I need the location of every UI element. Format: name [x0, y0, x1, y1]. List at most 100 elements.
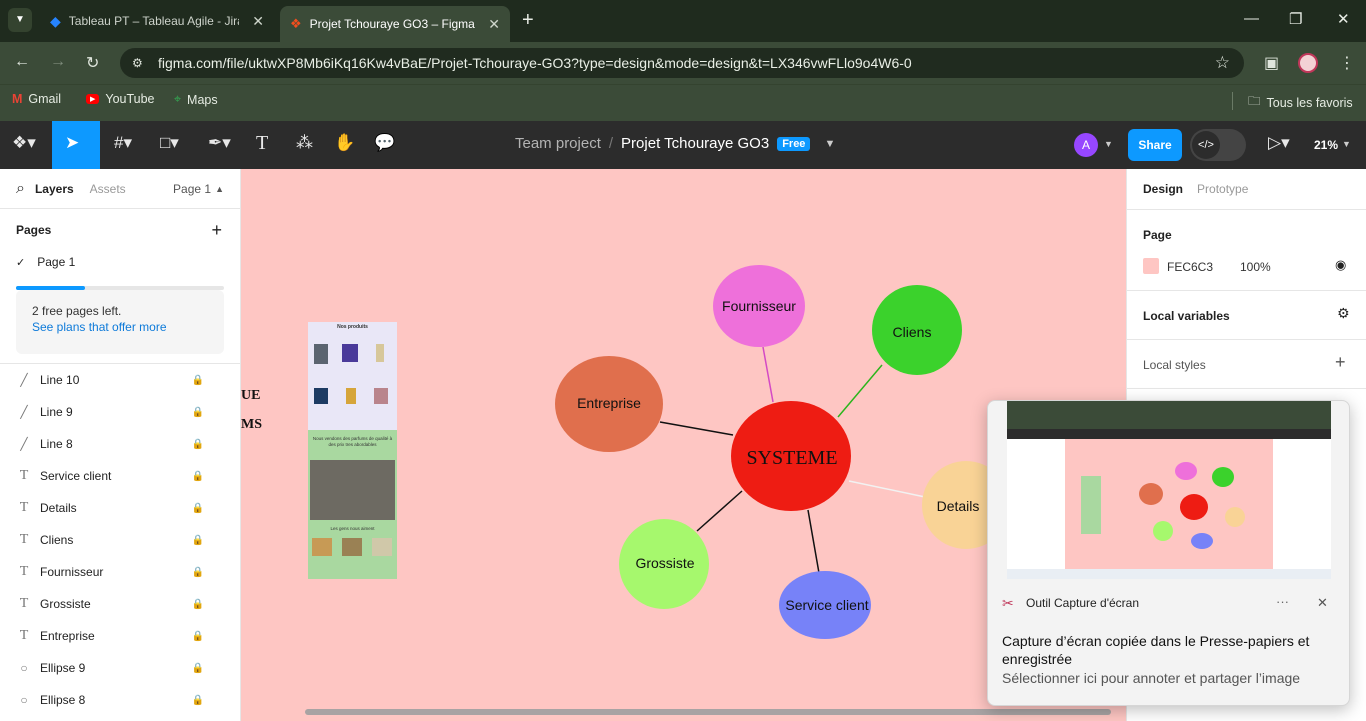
local-styles-section[interactable]: Local styles +	[1127, 340, 1366, 389]
close-icon[interactable]: ✕	[252, 13, 264, 30]
add-style-icon[interactable]: +	[1335, 352, 1346, 373]
bookmark-maps[interactable]: ⌖ Maps	[174, 92, 218, 107]
page-opacity-value[interactable]: 100%	[1240, 260, 1271, 274]
variables-icon[interactable]: ⚙	[1337, 305, 1350, 322]
lock-icon[interactable]: 🔒	[192, 439, 204, 450]
node-cliens-label: Cliens	[893, 324, 932, 340]
chevron-down-icon[interactable]: ▼	[1342, 139, 1351, 149]
page-item-page-1[interactable]: ✓ Page 1	[0, 246, 240, 278]
bookmark-label: YouTube	[105, 92, 155, 106]
menu-icon[interactable]: ⋮	[1339, 53, 1355, 73]
tab-layers[interactable]: Layers	[35, 182, 74, 196]
lock-icon[interactable]: 🔒	[192, 535, 204, 546]
sidebar-icon[interactable]: ▣	[1264, 53, 1279, 73]
profile-avatar[interactable]	[1298, 53, 1318, 73]
layer-item[interactable]: ╱ Line 9 🔒	[0, 396, 240, 428]
page-color-value[interactable]: FEC6C3	[1167, 260, 1213, 274]
browser-tab-bar: ▼ ◆ Tableau PT – Tableau Agile - Jira ✕ …	[0, 0, 1366, 42]
pen-tool-icon[interactable]: ✒▾	[208, 133, 231, 153]
layer-item[interactable]: T Entreprise 🔒	[0, 620, 240, 652]
layer-name: Grossiste	[40, 597, 91, 611]
layer-name: Service client	[40, 469, 112, 483]
avatar[interactable]: A	[1074, 133, 1098, 157]
layer-item[interactable]: T Cliens 🔒	[0, 524, 240, 556]
more-options-button[interactable]: ···	[1276, 594, 1289, 609]
present-icon[interactable]: ▷▾	[1268, 133, 1290, 153]
close-icon[interactable]: ✕	[488, 16, 500, 33]
text-icon: T	[19, 468, 29, 483]
layer-item[interactable]: T Details 🔒	[0, 492, 240, 524]
reload-icon[interactable]: ↻	[86, 53, 99, 73]
tab-assets[interactable]: Assets	[90, 182, 126, 196]
tab-jira[interactable]: ◆ Tableau PT – Tableau Agile - Jira ✕	[40, 6, 274, 36]
eye-icon[interactable]: ◉	[1335, 257, 1346, 273]
breadcrumb: Team project / Projet Tchouraye GO3 Free…	[515, 135, 835, 152]
layer-item[interactable]: T Grossiste 🔒	[0, 588, 240, 620]
horizontal-scrollbar[interactable]	[305, 709, 1111, 715]
tab-prototype[interactable]: Prototype	[1197, 182, 1248, 196]
resources-icon[interactable]: ⁂	[296, 133, 313, 153]
lock-icon[interactable]: 🔒	[192, 663, 204, 674]
close-notification-icon[interactable]: ✕	[1317, 595, 1328, 611]
layer-item[interactable]: ╱ Line 10 🔒	[0, 364, 240, 396]
share-button[interactable]: Share	[1128, 129, 1182, 161]
page-section: Page FEC6C3 100% ◉	[1127, 210, 1366, 291]
plans-link[interactable]: See plans that offer more	[32, 320, 167, 334]
layer-item[interactable]: T Service client 🔒	[0, 460, 240, 492]
close-window-icon[interactable]: ✕	[1337, 10, 1350, 28]
cursor-icon: ➤	[65, 133, 80, 152]
lock-icon[interactable]: 🔒	[192, 599, 204, 610]
lock-icon[interactable]: 🔒	[192, 471, 204, 482]
shape-tool-icon[interactable]: □▾	[160, 133, 179, 153]
page-selector[interactable]: Page 1	[173, 182, 211, 196]
thumb-diagram	[1081, 462, 1245, 549]
figma-menu-icon[interactable]: ❖▾	[12, 133, 36, 153]
restore-icon[interactable]: ❐	[1289, 10, 1302, 28]
chevron-down-icon[interactable]: ▼	[1104, 139, 1113, 149]
text-tool-icon[interactable]: T	[256, 132, 268, 155]
tab-design[interactable]: Design	[1143, 182, 1183, 196]
add-page-icon[interactable]: +	[211, 220, 222, 241]
new-tab-button[interactable]: +	[522, 9, 534, 32]
page-color-swatch[interactable]	[1143, 258, 1159, 274]
bookmark-label: Maps	[187, 92, 218, 107]
bookmark-gmail[interactable]: M Gmail	[12, 92, 61, 106]
back-icon[interactable]: ←	[14, 53, 30, 71]
comment-icon[interactable]: 💬	[374, 133, 395, 153]
site-info-icon[interactable]: ⚙	[132, 56, 143, 70]
zoom-level[interactable]: 21%	[1314, 138, 1338, 152]
forward-icon[interactable]: →	[50, 53, 66, 71]
search-icon[interactable]: ⌕	[16, 180, 25, 198]
bookmark-youtube[interactable]: ▶ YouTube	[86, 92, 155, 106]
star-icon[interactable]: ☆	[1215, 53, 1230, 73]
screenshot-thumbnail[interactable]	[1007, 401, 1331, 579]
screenshot-notification[interactable]: ✂ Outil Capture d'écran ··· ✕ Capture d’…	[987, 400, 1350, 706]
tab-figma[interactable]: ❖ Projet Tchouraye GO3 – Figma ✕	[280, 6, 510, 42]
layer-item[interactable]: ○ Ellipse 8 🔒	[0, 684, 240, 716]
file-name[interactable]: Projet Tchouraye GO3	[621, 135, 769, 152]
layer-item[interactable]: T Fournisseur 🔒	[0, 556, 240, 588]
chevron-up-icon[interactable]: ▲	[215, 184, 224, 194]
layer-item[interactable]: ○ Ellipse 9 🔒	[0, 652, 240, 684]
url-text: figma.com/file/uktwXP8Mb6iKq16Kw4vBaE/Pr…	[158, 55, 912, 71]
layer-item[interactable]: ╱ Line 8 🔒	[0, 428, 240, 460]
hand-tool-icon[interactable]: ✋	[334, 133, 355, 153]
layer-name: Fournisseur	[40, 565, 104, 579]
team-name[interactable]: Team project	[515, 135, 601, 152]
minimize-icon[interactable]: —	[1244, 10, 1259, 27]
all-bookmarks[interactable]: 🗀 Tous les favoris	[1248, 92, 1353, 113]
lock-icon[interactable]: 🔒	[192, 503, 204, 514]
lock-icon[interactable]: 🔒	[192, 631, 204, 642]
frame-tool-icon[interactable]: #▾	[114, 133, 132, 153]
tab-search-button[interactable]: ▼	[8, 8, 32, 32]
chevron-down-icon[interactable]: ▼	[824, 138, 835, 150]
bookmark-label: Gmail	[28, 92, 62, 106]
local-variables-section[interactable]: Local variables ⚙	[1127, 291, 1366, 340]
lock-icon[interactable]: 🔒	[192, 567, 204, 578]
lock-icon[interactable]: 🔒	[192, 695, 204, 706]
lock-icon[interactable]: 🔒	[192, 375, 204, 386]
layer-name: Line 10	[40, 373, 80, 387]
move-tool-button[interactable]: ➤	[52, 121, 100, 169]
url-field[interactable]: ⚙ figma.com/file/uktwXP8Mb6iKq16Kw4vBaE/…	[120, 48, 1244, 78]
lock-icon[interactable]: 🔒	[192, 407, 204, 418]
